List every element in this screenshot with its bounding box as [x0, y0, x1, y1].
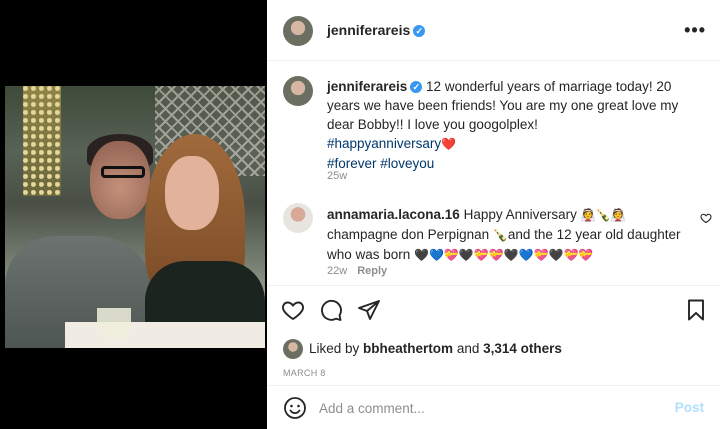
comment-meta: 22w Reply	[327, 265, 387, 277]
verified-badge-icon: ✓	[410, 81, 423, 93]
red-heart-emoji: ❤️	[441, 137, 457, 151]
likes-middle: and	[453, 341, 484, 356]
header-username[interactable]: jenniferareis	[327, 22, 410, 38]
comment-text-2: champagne don Perpignan	[327, 227, 493, 242]
reply-button[interactable]: Reply	[357, 265, 387, 277]
comment-hearts: 🖤💙💝🖤💝💝🖤💙💝🖤💝💝	[414, 248, 594, 262]
more-options-icon[interactable]: •••	[684, 20, 706, 41]
post-sidebar: jenniferareis ✓ ••• jenniferareis ✓ 12 won…	[267, 0, 720, 429]
post-caption: jenniferareis ✓ 12 wonderful years of mar…	[327, 77, 707, 173]
wine-glass	[97, 308, 131, 338]
comment: annamaria.lacona.16 Happy Anniversary 👰🍾…	[327, 205, 697, 265]
man-face	[90, 141, 150, 219]
bookmark-icon[interactable]	[684, 298, 708, 322]
smiley-icon[interactable]	[283, 396, 307, 420]
glasses	[101, 166, 145, 178]
hashtag-links[interactable]: #forever #loveyou	[327, 156, 434, 171]
woman-face	[165, 156, 219, 230]
post-header: jenniferareis ✓ •••	[267, 0, 720, 61]
caption-avatar[interactable]	[283, 76, 313, 106]
comment-emoji-2: 🍾	[492, 228, 508, 242]
comment-like-heart-icon[interactable]	[700, 212, 712, 224]
heart-icon[interactable]	[281, 298, 305, 322]
likes-prefix: Liked by	[309, 341, 364, 356]
hashtag-link[interactable]: #happyanniversary	[327, 136, 441, 151]
header-username-row[interactable]: jenniferareis ✓	[327, 22, 426, 38]
commenter-avatar[interactable]	[283, 203, 313, 233]
likes-text: Liked by bbheathertom and 3,314 others	[309, 341, 562, 356]
comment-timestamp[interactable]: 22w	[327, 265, 347, 277]
post-date[interactable]: MARCH 8	[283, 368, 326, 378]
media-panel	[0, 0, 267, 429]
comment-input[interactable]	[319, 396, 659, 420]
action-bar	[267, 285, 720, 335]
post-photo[interactable]	[5, 86, 265, 348]
paper-plane-icon[interactable]	[357, 298, 381, 322]
caption-timestamp[interactable]: 25w	[327, 170, 347, 182]
post-button[interactable]: Post	[675, 400, 704, 415]
avatar[interactable]	[283, 16, 313, 46]
comment-icon[interactable]	[319, 298, 343, 322]
table	[65, 322, 265, 348]
string-lights	[23, 86, 61, 196]
comment-text-1: Happy Anniversary	[459, 207, 581, 222]
comment-username[interactable]: annamaria.lacona.16	[327, 207, 460, 222]
comment-emoji-1: 👰🍾👰	[580, 208, 626, 222]
add-comment-bar: Post	[267, 385, 720, 429]
likes-count[interactable]: 3,314 others	[483, 341, 562, 356]
caption-username[interactable]: jenniferareis	[327, 79, 407, 94]
liker-avatar[interactable]	[283, 339, 303, 359]
liker-username[interactable]: bbheathertom	[363, 341, 453, 356]
verified-badge-icon: ✓	[413, 25, 426, 37]
